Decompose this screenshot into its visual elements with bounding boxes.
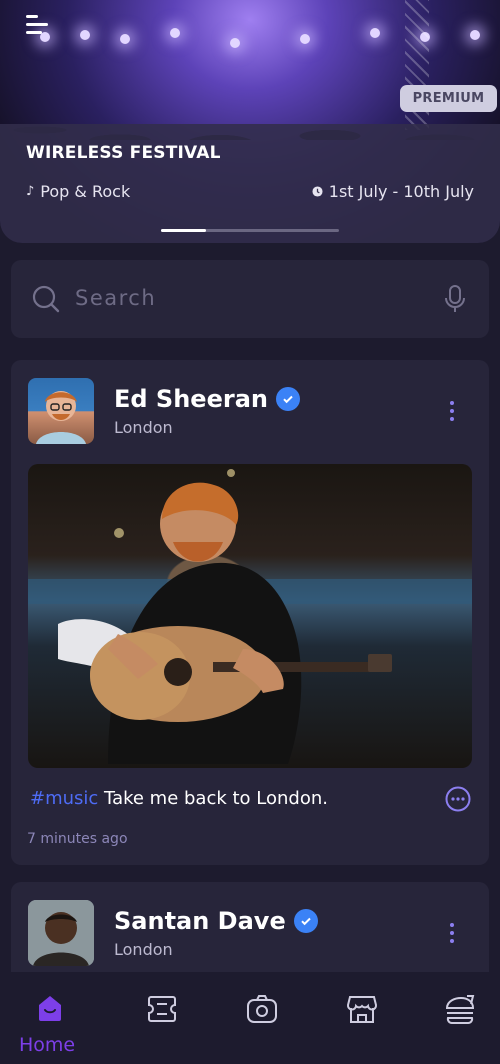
nav-camera[interactable] xyxy=(242,994,282,1034)
event-title: WIRELESS FESTIVAL xyxy=(26,143,221,163)
verified-icon xyxy=(293,909,318,933)
more-options-icon[interactable] xyxy=(442,401,462,421)
search-input[interactable]: Search xyxy=(75,286,156,310)
event-dates: 1st July - 10th July xyxy=(312,182,474,201)
premium-badge: PREMIUM xyxy=(400,85,497,112)
avatar[interactable] xyxy=(28,900,94,966)
home-icon xyxy=(39,996,61,1021)
nav-store[interactable] xyxy=(342,994,382,1034)
post-location: London xyxy=(114,940,173,959)
post-image[interactable] xyxy=(28,464,472,768)
post-author-name: Santan Dave xyxy=(114,907,286,935)
post-author[interactable]: Ed Sheeran xyxy=(114,385,300,413)
microphone-icon[interactable] xyxy=(445,285,465,313)
event-genre-label: Pop & Rock xyxy=(40,182,131,201)
post-hashtag[interactable]: #music xyxy=(30,788,98,809)
camera-icon xyxy=(247,995,277,1023)
nav-food[interactable] xyxy=(442,994,482,1034)
post-timestamp: 7 minutes ago xyxy=(27,831,128,847)
avatar[interactable] xyxy=(28,378,94,444)
post-card[interactable]: Ed Sheeran London #music Take me back to… xyxy=(11,360,489,865)
nav-home-label[interactable]: Home xyxy=(19,1034,75,1056)
nav-home[interactable] xyxy=(30,994,70,1034)
carousel-indicator-active xyxy=(161,229,206,232)
carousel-indicator xyxy=(161,229,339,232)
more-options-icon[interactable] xyxy=(442,923,462,943)
store-icon xyxy=(347,996,377,1023)
music-note-icon: ♪ xyxy=(26,184,35,199)
post-author-name: Ed Sheeran xyxy=(114,385,268,413)
ticket-icon xyxy=(148,996,176,1022)
search-icon xyxy=(32,285,60,313)
event-dates-label: 1st July - 10th July xyxy=(328,182,474,201)
food-icon xyxy=(445,995,475,1024)
post-location: London xyxy=(114,418,173,437)
post-text: Take me back to London. xyxy=(104,788,328,809)
comment-icon[interactable] xyxy=(445,786,471,812)
search-bar[interactable]: Search xyxy=(11,260,489,338)
menu-icon[interactable] xyxy=(26,15,50,35)
nav-tickets[interactable] xyxy=(142,994,182,1034)
post-author[interactable]: Santan Dave xyxy=(114,907,318,935)
post-caption: #music Take me back to London. xyxy=(30,788,328,809)
verified-icon xyxy=(275,387,300,411)
event-genre: ♪ Pop & Rock xyxy=(26,182,130,201)
clock-icon xyxy=(312,186,323,197)
hero-banner[interactable] xyxy=(0,0,500,243)
